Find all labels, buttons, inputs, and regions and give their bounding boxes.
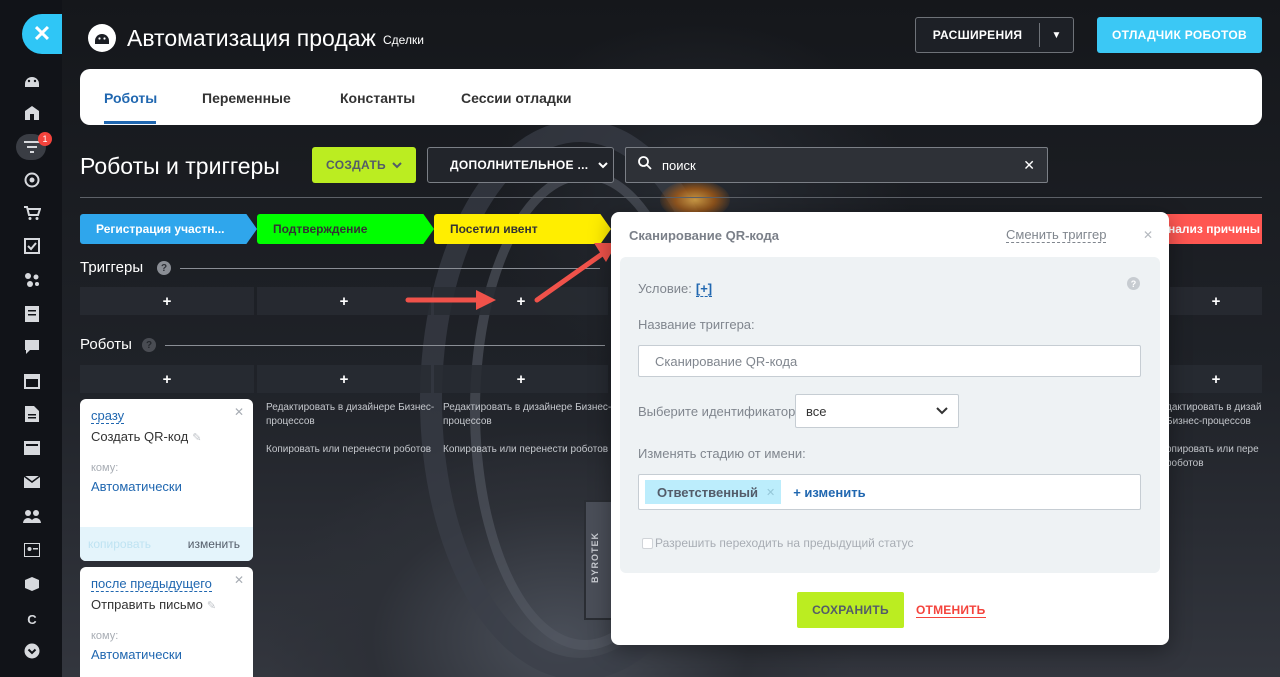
help-icon[interactable]: ? xyxy=(1127,277,1140,290)
popup-form: Условие:[+] ? Название триггера: Выберит… xyxy=(620,257,1160,573)
add-user-link[interactable]: + изменить xyxy=(793,485,865,500)
condition-label: Условие: xyxy=(638,281,692,296)
condition-row: Условие: [+] xyxy=(638,281,713,297)
allow-previous-checkbox[interactable] xyxy=(642,537,653,549)
change-trigger-link[interactable]: Сменить триггер xyxy=(1006,227,1107,243)
change-stage-label: Изменять стадию от имени: xyxy=(638,446,806,461)
user-tag-label: Ответственный xyxy=(657,484,758,500)
identifier-value: все xyxy=(806,403,827,419)
identifier-label: Выберите идентификатор: xyxy=(638,404,799,419)
allow-previous-label: Разрешить переходить на предыдущий стату… xyxy=(655,536,914,550)
remove-tag-icon[interactable]: ✕ xyxy=(766,486,775,499)
user-selector[interactable]: Ответственный ✕ + изменить xyxy=(638,474,1141,510)
user-tag: Ответственный ✕ xyxy=(645,480,782,504)
trigger-name-input[interactable] xyxy=(655,353,1140,369)
annotation-arrowhead xyxy=(476,290,496,310)
save-button[interactable]: СОХРАНИТЬ xyxy=(797,592,904,628)
popup-title: Сканирование QR-кода xyxy=(629,228,780,243)
identifier-select[interactable]: все xyxy=(795,394,959,428)
allow-previous-checkbox-row[interactable]: Разрешить переходить на предыдущий стату… xyxy=(642,536,913,550)
chevron-down-icon xyxy=(936,407,948,415)
annotation-arrow xyxy=(534,249,608,303)
close-icon[interactable]: ✕ xyxy=(1143,228,1153,242)
cancel-button[interactable]: ОТМЕНИТЬ xyxy=(916,603,986,618)
trigger-name-label: Название триггера: xyxy=(638,317,755,332)
trigger-settings-popup: Сканирование QR-кода Сменить триггер ✕ У… xyxy=(611,212,1169,645)
trigger-name-field[interactable] xyxy=(638,345,1141,377)
add-condition-link[interactable]: [+] xyxy=(695,281,713,297)
